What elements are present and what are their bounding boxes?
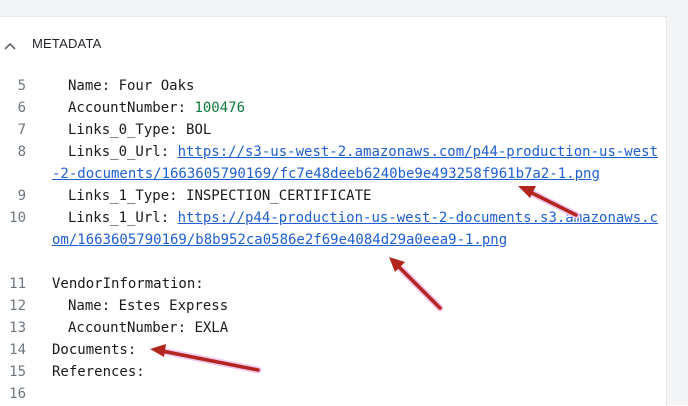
code-line: 10 Links_1_Url: https://p44-production-u… (0, 207, 666, 273)
code-text: Documents: (52, 339, 664, 361)
yaml-value: BOL (186, 122, 212, 138)
chevron-up-icon[interactable] (2, 39, 18, 55)
yaml-number-value: 100476 (194, 100, 246, 116)
yaml-key: VendorInformation: (52, 276, 204, 292)
line-number: 8 (17, 144, 26, 160)
code-line: 13 AccountNumber: EXLA (0, 317, 666, 339)
code-text: References: (52, 361, 664, 383)
code-line: 12 Name: Estes Express (0, 295, 666, 317)
yaml-key: AccountNumber: (68, 320, 195, 336)
yaml-key: References: (52, 364, 145, 380)
line-number: 15 (9, 364, 26, 380)
yaml-key: Links_1_Url: (68, 210, 178, 226)
line-number: 6 (17, 100, 26, 116)
code-line: 15 References: (0, 361, 666, 383)
line-number: 10 (9, 210, 26, 226)
code-text: AccountNumber: 100476 (68, 97, 680, 119)
line-number: 12 (9, 298, 26, 314)
code-text: Links_1_Type: INSPECTION_CERTIFICATE (68, 185, 680, 207)
yaml-value: INSPECTION_CERTIFICATE (186, 188, 372, 204)
code-text: Links_0_Url: https://s3-us-west-2.amazon… (52, 141, 664, 185)
code-line: 11 VendorInformation: (0, 273, 666, 295)
line-number: 9 (17, 188, 26, 204)
yaml-key: Links_0_Url: (68, 144, 178, 160)
code-text: Links_0_Type: BOL (68, 119, 680, 141)
code-line: 6 AccountNumber: 100476 (0, 97, 666, 119)
code-text: Links_1_Url: https://p44-production-us-w… (52, 207, 664, 251)
yaml-value: EXLA (194, 320, 229, 336)
yaml-key: Name: (68, 298, 119, 314)
metadata-header[interactable]: METADATA (0, 17, 666, 73)
code-line: 14 Documents: (0, 339, 666, 361)
metadata-panel: METADATA 5 Name: Four Oaks 6 AccountNumb… (0, 16, 667, 406)
code-text: Name: Four Oaks (68, 75, 680, 97)
yaml-value: Estes Express (118, 298, 229, 314)
line-number: 5 (17, 78, 26, 94)
line-number: 13 (9, 320, 26, 336)
code-line: 7 Links_0_Type: BOL (0, 119, 666, 141)
line-number: 14 (9, 342, 26, 358)
yaml-key: Documents: (52, 342, 137, 358)
line-number: 16 (9, 386, 26, 402)
line-number: 7 (17, 122, 26, 138)
code-line: 8 Links_0_Url: https://s3-us-west-2.amaz… (0, 141, 666, 185)
code-line: 9 Links_1_Type: INSPECTION_CERTIFICATE (0, 185, 666, 207)
code-line: 5 Name: Four Oaks (0, 75, 666, 97)
yaml-key: Name: (68, 78, 119, 94)
code-line: 16 (0, 383, 666, 405)
yaml-value: Four Oaks (118, 78, 195, 94)
yaml-key: Links_1_Type: (68, 188, 187, 204)
code-text: AccountNumber: EXLA (68, 317, 680, 339)
line-number: 11 (9, 276, 26, 292)
metadata-title: METADATA (32, 36, 102, 51)
code-text: VendorInformation: (52, 273, 664, 295)
code-text: Name: Estes Express (68, 295, 680, 317)
yaml-key: Links_0_Type: (68, 122, 187, 138)
yaml-key: AccountNumber: (68, 100, 195, 116)
page-background-top (0, 0, 688, 16)
